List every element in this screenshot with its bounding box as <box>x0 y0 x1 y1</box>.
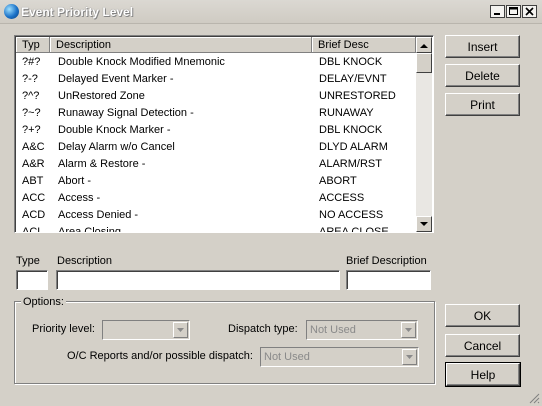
cell-description: Access Denied - <box>58 209 139 221</box>
table-row[interactable]: ?~? Runaway Signal Detection - RUNAWAY <box>17 105 416 122</box>
title-bar[interactable]: Event Priority Level <box>0 0 542 24</box>
cell-description: Access - <box>58 192 101 204</box>
type-label: Type <box>16 255 40 267</box>
cell-brief-desc: DLYD ALARM <box>319 141 388 153</box>
table-row[interactable]: ?+? Double Knock Marker - DBL KNOCK <box>17 122 416 139</box>
table-row[interactable]: A&R Alarm & Restore - ALARM/RST <box>17 156 416 173</box>
cell-typ: ?#? <box>22 56 41 68</box>
oc-reports-value: Not Used <box>264 351 310 363</box>
event-list[interactable]: Typ Description Brief Desc ?#? Double Kno… <box>14 35 434 233</box>
scroll-thumb[interactable] <box>416 53 432 73</box>
dispatch-dropdown-button[interactable] <box>401 322 416 338</box>
cell-description: Alarm & Restore - <box>58 158 146 170</box>
table-row[interactable]: ?-? Delayed Event Marker - DELAY/EVNT <box>17 71 416 88</box>
scroll-down-button[interactable] <box>416 216 432 232</box>
dispatch-type-select[interactable]: Not Used <box>306 320 418 340</box>
cell-typ: ACD <box>22 209 46 221</box>
cell-brief-desc: DELAY/EVNT <box>319 73 387 85</box>
chevron-down-icon <box>406 355 413 359</box>
options-group <box>14 301 435 384</box>
cell-typ: ?-? <box>22 73 38 85</box>
table-row[interactable]: ?^? UnRestored Zone UNRESTORED <box>17 88 416 105</box>
cell-brief-desc: DBL KNOCK <box>319 56 383 68</box>
help-button[interactable]: Help <box>445 362 521 387</box>
cell-brief-desc: ABORT <box>319 175 357 187</box>
cell-typ: ABT <box>22 175 44 187</box>
arrow-down-icon <box>420 221 428 226</box>
arrow-up-icon <box>420 43 428 48</box>
cell-brief-desc: ACCESS <box>319 192 365 204</box>
cell-description: Abort - <box>58 175 92 187</box>
cell-brief-desc: NO ACCESS <box>319 209 384 221</box>
cell-typ: A&R <box>22 158 45 170</box>
cell-typ: ACL <box>22 226 44 232</box>
brief-description-label: Brief Description <box>346 255 427 267</box>
table-row[interactable]: ABT Abort - ABORT <box>17 173 416 190</box>
cell-description: Double Knock Modified Mnemonic <box>58 56 225 68</box>
table-row[interactable]: ACL Area Closing AREA CLOSE <box>17 224 416 232</box>
close-button[interactable] <box>522 5 537 18</box>
cell-brief-desc: RUNAWAY <box>319 107 374 119</box>
priority-level-select[interactable] <box>102 320 190 340</box>
priority-level-label: Priority level: <box>32 323 95 335</box>
dispatch-type-value: Not Used <box>310 324 356 336</box>
print-button[interactable]: Print <box>445 93 520 116</box>
table-row[interactable]: ACD Access Denied - NO ACCESS <box>17 207 416 224</box>
cell-description: Delayed Event Marker - <box>58 73 174 85</box>
minimize-button[interactable] <box>490 5 505 18</box>
list-scrollbar[interactable] <box>416 37 432 232</box>
oc-dropdown-button[interactable] <box>402 349 417 365</box>
globe-icon <box>4 4 19 19</box>
minimize-icon <box>494 13 500 15</box>
oc-reports-label: O/C Reports and/or possible dispatch: <box>67 350 253 362</box>
cell-description: Area Closing <box>58 226 121 232</box>
delete-button[interactable]: Delete <box>445 64 520 87</box>
resize-grip-icon[interactable] <box>528 392 540 404</box>
cell-description: UnRestored Zone <box>58 90 145 102</box>
cell-description: Delay Alarm w/o Cancel <box>58 141 175 153</box>
type-input[interactable] <box>16 270 48 290</box>
cell-typ: ?^? <box>22 90 40 102</box>
description-label: Description <box>57 255 113 267</box>
cell-typ: ACC <box>22 192 46 204</box>
cell-brief-desc: UNRESTORED <box>319 90 396 102</box>
cell-brief-desc: ALARM/RST <box>319 158 382 170</box>
oc-reports-select[interactable]: Not Used <box>260 347 419 367</box>
cell-description: Double Knock Marker - <box>58 124 171 136</box>
cell-typ: A&C <box>22 141 45 153</box>
window-title: Event Priority Level <box>21 5 134 19</box>
table-row[interactable]: A&C Delay Alarm w/o Cancel DLYD ALARM <box>17 139 416 156</box>
maximize-icon <box>509 7 518 15</box>
chevron-down-icon <box>177 328 184 332</box>
table-row[interactable]: ACC Access - ACCESS <box>17 190 416 207</box>
cell-brief-desc: DBL KNOCK <box>319 124 383 136</box>
maximize-button[interactable] <box>506 5 521 18</box>
brief-description-input[interactable] <box>346 270 431 290</box>
chevron-down-icon <box>405 328 412 332</box>
cancel-button[interactable]: Cancel <box>445 334 520 357</box>
cell-brief-desc: AREA CLOSE <box>319 226 389 232</box>
scroll-up-button[interactable] <box>416 37 432 53</box>
cell-typ: ?~? <box>22 107 41 119</box>
dispatch-type-label: Dispatch type: <box>228 323 298 335</box>
insert-button[interactable]: Insert <box>445 35 520 58</box>
cell-typ: ?+? <box>22 124 41 136</box>
table-row[interactable]: ?#? Double Knock Modified Mnemonic DBL KNO… <box>17 54 416 71</box>
description-input[interactable] <box>56 270 340 290</box>
ok-button[interactable]: OK <box>445 304 520 327</box>
priority-dropdown-button[interactable] <box>173 322 188 338</box>
list-rows: ?#? Double Knock Modified Mnemonic DBL KNO… <box>15 36 416 232</box>
close-icon <box>525 7 534 16</box>
options-legend: Options: <box>21 296 66 308</box>
cell-description: Runaway Signal Detection - <box>58 107 194 119</box>
